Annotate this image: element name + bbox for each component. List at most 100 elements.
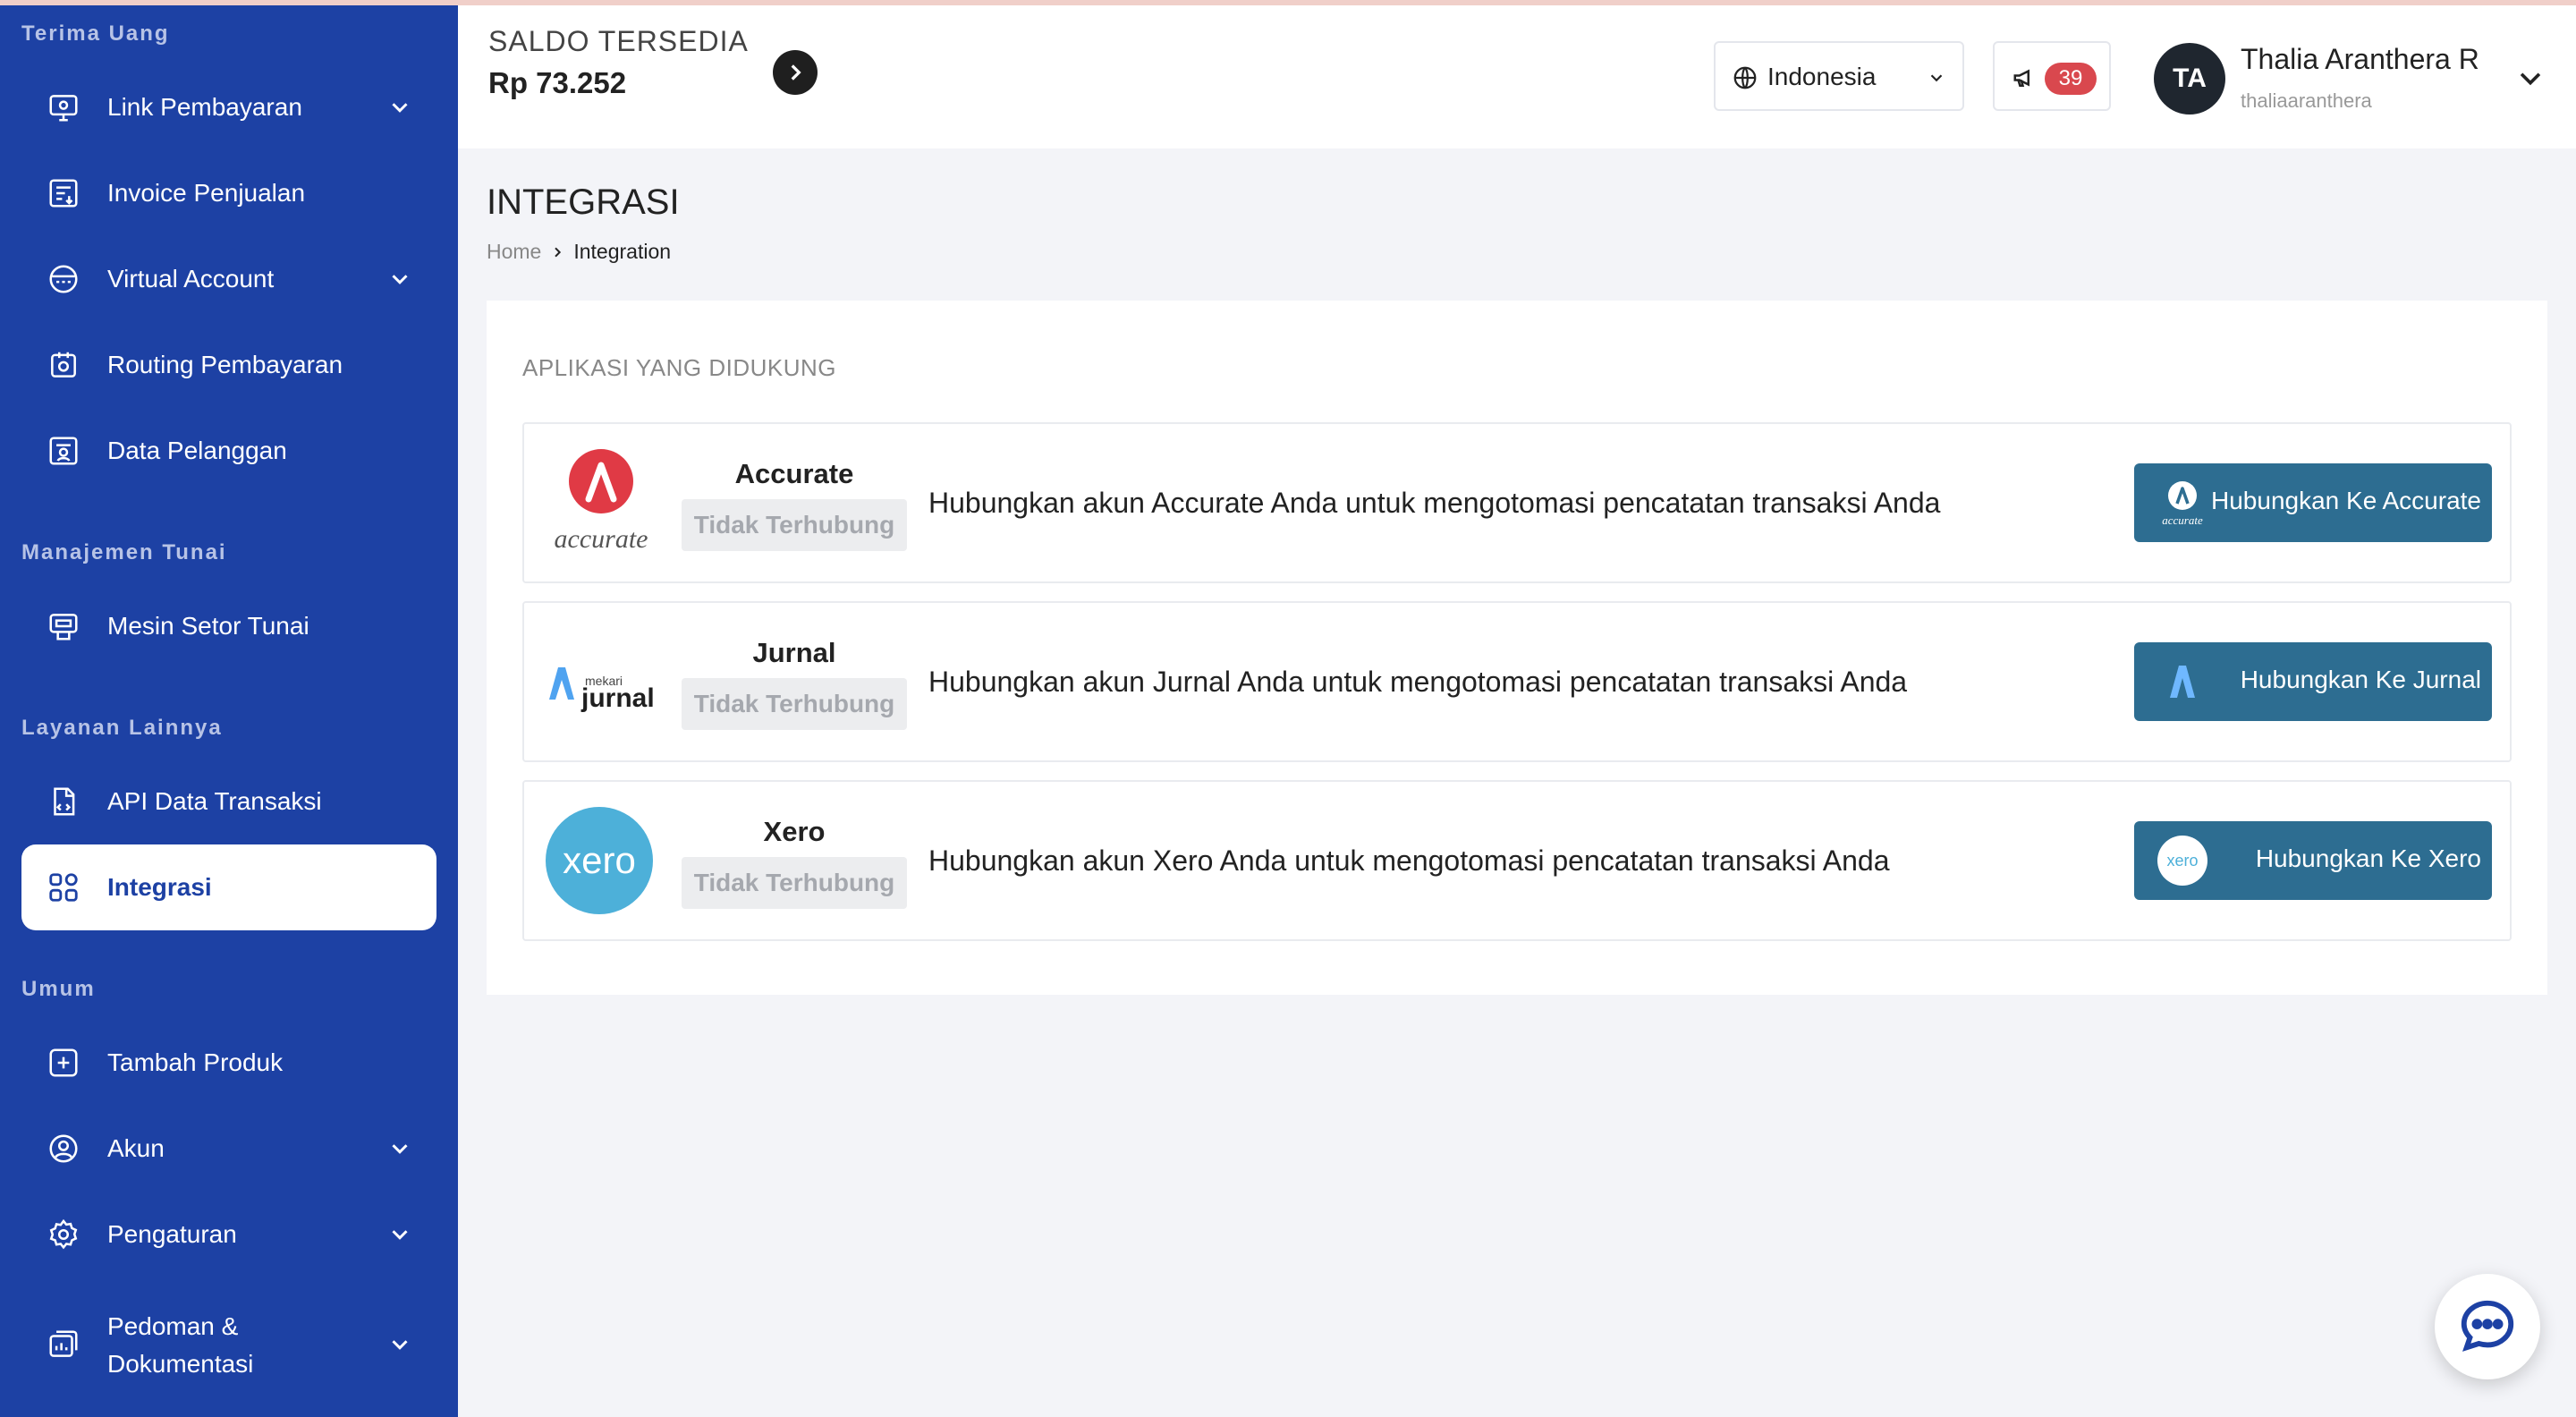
integration-card-accurate: accurate Accurate Tidak Terhubung Hubung…: [522, 422, 2512, 583]
language-value: Indonesia: [1767, 63, 1877, 90]
invoice-icon: [49, 179, 78, 208]
link-payment-icon: [49, 95, 78, 122]
routing-icon: [51, 352, 76, 378]
chat-bubble-icon: [2461, 1300, 2514, 1352]
sidebar-item-label: Mesin Setor Tunai: [107, 612, 309, 640]
sidebar-item-link-pembayaran[interactable]: Link Pembayaran: [21, 64, 436, 150]
chat-support-button[interactable]: [2435, 1274, 2540, 1379]
sidebar-item-akun[interactable]: Akun: [21, 1106, 436, 1192]
account-icon: [49, 1134, 78, 1163]
add-product-icon: [49, 1048, 78, 1077]
sidebar-item-api-data-transaksi[interactable]: API Data Transaksi: [21, 759, 436, 844]
chevron-down-icon: [1930, 74, 1943, 82]
sidebar-section-terima-uang: Terima Uang: [21, 21, 170, 46]
connect-xero-button[interactable]: xero Hubungkan Ke Xero: [2134, 821, 2492, 900]
saldo-value: Rp 73.252: [488, 66, 627, 99]
sidebar-item-label: Virtual Account: [107, 265, 275, 293]
sidebar-item-label: Invoice Penjualan: [107, 179, 306, 207]
jurnal-icon: [2170, 666, 2195, 698]
user-name[interactable]: Thalia Aranthera R: [2241, 43, 2479, 76]
xero-icon-text: xero: [2166, 852, 2198, 870]
sidebar-item-tambah-produk[interactable]: Tambah Produk: [21, 1020, 436, 1106]
user-menu-chevron-icon[interactable]: [2515, 63, 2546, 93]
app-name: Accurate: [734, 458, 854, 489]
connect-jurnal-button[interactable]: Hubungkan Ke Jurnal: [2134, 642, 2492, 721]
sidebar-item-virtual-account[interactable]: Virtual Account: [21, 236, 436, 322]
sidebar-item-label: Akun: [107, 1134, 165, 1162]
language-select[interactable]: Indonesia: [1714, 41, 1964, 111]
chevron-right-icon: [791, 64, 801, 81]
breadcrumb-home[interactable]: Home: [487, 240, 541, 264]
user-handle: thaliaaranthera: [2241, 89, 2372, 112]
integration-icon: [49, 873, 78, 902]
chevron-down-icon: [392, 1144, 408, 1154]
chevron-right-icon: [555, 247, 562, 257]
accurate-logo-icon: accurate: [555, 449, 648, 554]
sidebar-item-invoice-penjualan[interactable]: Invoice Penjualan: [21, 150, 436, 236]
docs-icon: [49, 1330, 78, 1357]
sidebar-section-umum: Umum: [21, 977, 96, 1001]
breadcrumb: Home Integration: [487, 240, 671, 264]
customer-data-icon: [49, 437, 78, 465]
button-label: Hubungkan Ke Xero: [2255, 844, 2481, 872]
sidebar-item-pengaturan[interactable]: Pengaturan: [21, 1192, 436, 1277]
app-description: Hubungkan akun Accurate Anda untuk mengo…: [928, 487, 1941, 519]
connection-status-badge: Tidak Terhubung: [682, 499, 907, 551]
sidebar-item-data-pelanggan[interactable]: Data Pelanggan: [21, 408, 436, 494]
sidebar: Terima Uang Link Pembayaran Invoice Penj…: [0, 5, 458, 1417]
sidebar-item-label: Tambah Produk: [107, 1048, 284, 1076]
integration-card-jurnal: mekari jurnal Jurnal Tidak Terhubung Hub…: [522, 601, 2512, 762]
notification-count-badge: 39: [2045, 63, 2097, 95]
button-label: Hubungkan Ke Jurnal: [2240, 666, 2481, 693]
saldo-title: SALDO TERSEDIA: [488, 25, 749, 57]
announcement-button[interactable]: 39: [1993, 41, 2111, 111]
app-description: Hubungkan akun Jurnal Anda untuk mengoto…: [928, 666, 1908, 698]
sidebar-item-label-line1: Pedoman &: [107, 1312, 239, 1340]
sidebar-item-routing-pembayaran[interactable]: Routing Pembayaran: [21, 322, 436, 408]
sidebar-item-mesin-setor-tunai[interactable]: Mesin Setor Tunai: [21, 583, 436, 669]
xero-icon: xero: [2157, 836, 2207, 886]
chevron-down-icon: [392, 103, 408, 113]
megaphone-icon: [2013, 69, 2029, 87]
top-header: SALDO TERSEDIA Rp 73.252 Indonesia 39 TA…: [458, 5, 2576, 148]
breadcrumb-current: Integration: [573, 240, 672, 263]
connect-accurate-button[interactable]: accurate Hubungkan Ke Accurate: [2134, 463, 2492, 542]
chevron-down-icon: [392, 275, 408, 284]
sidebar-item-label: Data Pelanggan: [107, 437, 287, 464]
chevron-down-icon: [392, 1230, 408, 1240]
panel-title: APLIKASI YANG DIDUKUNG: [522, 354, 837, 381]
integration-card-xero: xero Xero Tidak Terhubung Hubungkan akun…: [522, 780, 2512, 941]
sidebar-item-label: API Data Transaksi: [107, 787, 322, 815]
button-label: Hubungkan Ke Accurate: [2211, 487, 2481, 514]
cash-machine-icon: [49, 614, 78, 641]
avatar[interactable]: TA: [2154, 43, 2225, 115]
jurnal-logo-text: jurnal: [580, 683, 655, 713]
app-name: Xero: [763, 816, 826, 847]
app-description: Hubungkan akun Xero Anda untuk mengotoma…: [928, 844, 1890, 877]
xero-logo-icon: xero: [546, 807, 653, 914]
sidebar-item-label: Link Pembayaran: [107, 93, 302, 121]
sidebar-item-integrasi[interactable]: Integrasi: [21, 844, 436, 930]
sidebar-item-label: Integrasi: [107, 873, 212, 901]
sidebar-section-manajemen-tunai: Manajemen Tunai: [21, 540, 227, 564]
connection-status-badge: Tidak Terhubung: [682, 857, 907, 909]
accurate-logo-text: accurate: [555, 524, 648, 554]
sidebar-item-label: Pengaturan: [107, 1220, 237, 1248]
virtual-account-icon: [49, 265, 78, 293]
api-icon: [54, 787, 75, 816]
globe-icon: [1733, 66, 1757, 89]
saldo-detail-button[interactable]: [773, 50, 818, 95]
jurnal-logo-icon: mekari jurnal: [549, 667, 655, 713]
sidebar-item-pedoman-dokumentasi[interactable]: Pedoman & Dokumentasi: [21, 1295, 436, 1394]
sidebar-item-label-line2: Dokumentasi: [107, 1350, 254, 1378]
page-title: INTEGRASI: [487, 182, 680, 222]
settings-icon: [49, 1218, 78, 1250]
accurate-icon: accurate: [2162, 481, 2203, 527]
sidebar-section-layanan-lainnya: Layanan Lainnya: [21, 716, 223, 740]
integration-panel: APLIKASI YANG DIDUKUNG accurate Accurate…: [487, 301, 2547, 995]
connection-status-badge: Tidak Terhubung: [682, 678, 907, 730]
app-name: Jurnal: [752, 637, 836, 668]
xero-logo-text: xero: [563, 839, 636, 881]
accurate-icon-text: accurate: [2162, 513, 2203, 527]
sidebar-item-label: Routing Pembayaran: [107, 351, 343, 378]
